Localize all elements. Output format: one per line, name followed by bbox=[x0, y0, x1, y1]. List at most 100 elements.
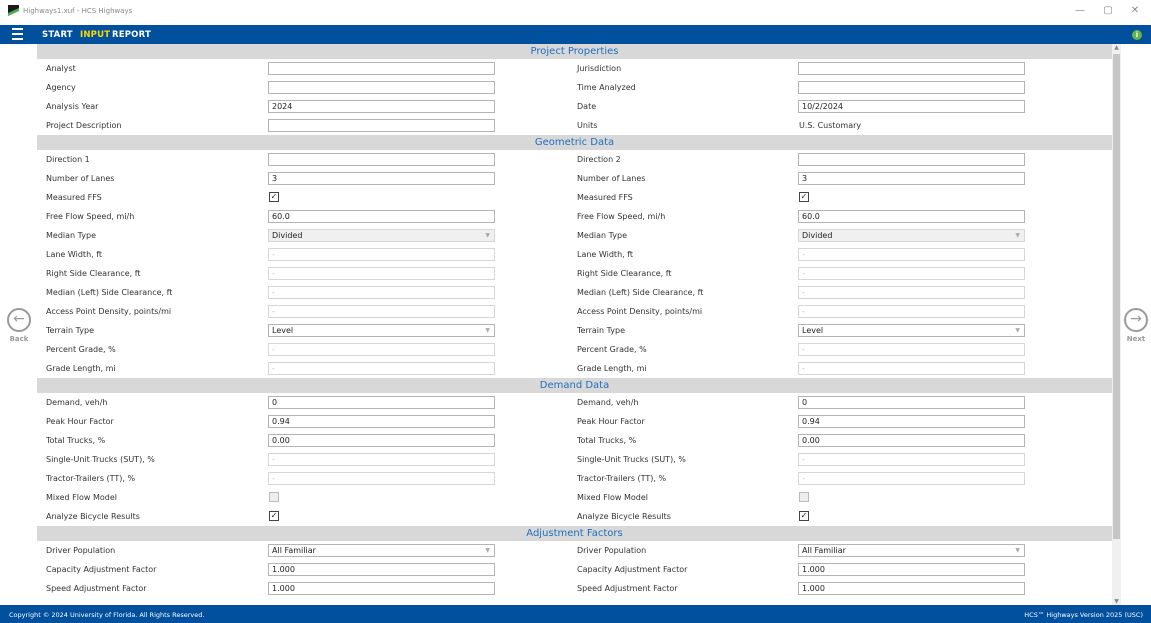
tractor-trailers-tt-dir2-label: Tractor-Trailers (TT), % bbox=[577, 474, 667, 483]
grade-length-mi-dir1-label: Grade Length, mi bbox=[46, 364, 116, 373]
form-row: Mixed Flow Model Mixed Flow Model bbox=[37, 488, 1112, 507]
grade-length-mi-dir1-input: - bbox=[268, 362, 495, 375]
direction-1-dir1-label: Direction 1 bbox=[46, 155, 90, 164]
direction-2-dir2-input[interactable] bbox=[798, 153, 1025, 166]
menu-input[interactable]: INPUT bbox=[80, 30, 110, 40]
terrain-type-dir2-select[interactable]: Level ▼ bbox=[798, 324, 1025, 337]
peak-hour-factor-dir2-input[interactable]: 0.94 bbox=[798, 415, 1025, 428]
total-trucks-dir2-label: Total Trucks, % bbox=[577, 436, 637, 445]
form-row: Peak Hour Factor 0.94 Peak Hour Factor 0.94 bbox=[37, 412, 1112, 431]
minimize-button[interactable]: — bbox=[1073, 5, 1087, 16]
driver-population-dir1-select-value: All Familiar bbox=[272, 546, 316, 555]
back-button[interactable]: ← Back bbox=[4, 308, 34, 343]
info-icon[interactable]: i bbox=[1132, 30, 1142, 40]
analyze-bicycle-results-dir2-checkbox[interactable]: ✓ bbox=[799, 511, 809, 521]
title-bar: Highways1.xuf - HCS Highways — ▢ ✕ bbox=[0, 0, 1151, 25]
capacity-adjustment-factor-dir2-input[interactable]: 1.000 bbox=[798, 563, 1025, 576]
close-button[interactable]: ✕ bbox=[1128, 5, 1142, 16]
form-row: Median Type Divided ▼ Median Type Divided ▼ bbox=[37, 226, 1112, 245]
percent-grade-dir2-label: Percent Grade, % bbox=[577, 345, 647, 354]
date-dir2-label: Date bbox=[577, 102, 597, 111]
jurisdiction-dir2-input[interactable] bbox=[798, 62, 1025, 75]
total-trucks-dir2-input[interactable]: 0.00 bbox=[798, 434, 1025, 447]
measured-ffs-dir1-label: Measured FFS bbox=[46, 193, 102, 202]
access-point-density-points-mi-dir1-label: Access Point Density, points/mi bbox=[46, 307, 172, 316]
speed-adjustment-factor-dir2-input[interactable]: 1.000 bbox=[798, 582, 1025, 595]
free-flow-speed-mi-h-dir1-input[interactable]: 60.0 bbox=[268, 210, 495, 223]
analysis-year-dir1-input[interactable]: 2024 bbox=[268, 100, 495, 113]
section-header-project-properties: Project Properties bbox=[37, 44, 1112, 59]
form-row: Total Trucks, % 0.00 Total Trucks, % 0.00 bbox=[37, 431, 1112, 450]
terrain-type-dir2-select-value: Level bbox=[802, 326, 824, 335]
direction-1-dir1-input[interactable] bbox=[268, 153, 495, 166]
form-row: Number of Lanes 3 Number of Lanes 3 bbox=[37, 169, 1112, 188]
analyze-bicycle-results-dir1-label: Analyze Bicycle Results bbox=[46, 512, 140, 521]
analyst-dir1-input[interactable] bbox=[268, 62, 495, 75]
demand-veh-h-dir1-label: Demand, veh/h bbox=[46, 398, 108, 407]
median-type-dir1-select: Divided ▼ bbox=[268, 229, 495, 242]
scroll-down-icon[interactable]: ▼ bbox=[1112, 598, 1121, 605]
number-of-lanes-dir1-input[interactable]: 3 bbox=[268, 172, 495, 185]
scroll-up-icon[interactable]: ▲ bbox=[1112, 44, 1121, 51]
terrain-type-dir1-label: Terrain Type bbox=[46, 326, 94, 335]
total-trucks-dir1-input[interactable]: 0.00 bbox=[268, 434, 495, 447]
peak-hour-factor-dir1-input[interactable]: 0.94 bbox=[268, 415, 495, 428]
lane-width-ft-dir1-label: Lane Width, ft bbox=[46, 250, 103, 259]
chevron-down-icon: ▼ bbox=[1015, 547, 1020, 554]
section-header-demand-data: Demand Data bbox=[37, 378, 1112, 393]
terrain-type-dir2-label: Terrain Type bbox=[577, 326, 625, 335]
free-flow-speed-mi-h-dir2-input[interactable]: 60.0 bbox=[798, 210, 1025, 223]
driver-population-dir1-label: Driver Population bbox=[46, 546, 116, 555]
tractor-trailers-tt-dir1-label: Tractor-Trailers (TT), % bbox=[46, 474, 136, 483]
status-footer: Copyright © 2024 University of Florida. … bbox=[0, 605, 1151, 623]
scroll-thumb[interactable] bbox=[1113, 54, 1120, 539]
direction-2-dir2-label: Direction 2 bbox=[577, 155, 621, 164]
demand-veh-h-dir2-input[interactable]: 0 bbox=[798, 396, 1025, 409]
input-form: Project Properties Analyst Jurisdiction Age… bbox=[37, 44, 1112, 605]
form-row: Analyze Bicycle Results ✓ Analyze Bicycle … bbox=[37, 507, 1112, 526]
number-of-lanes-dir1-label: Number of Lanes bbox=[46, 174, 115, 183]
agency-dir1-input[interactable] bbox=[268, 81, 495, 94]
number-of-lanes-dir2-input[interactable]: 3 bbox=[798, 172, 1025, 185]
median-type-dir1-label: Median Type bbox=[46, 231, 97, 240]
form-row: Measured FFS ✓ Measured FFS ✓ bbox=[37, 188, 1112, 207]
vertical-scrollbar[interactable]: ▲ ▼ bbox=[1112, 44, 1121, 605]
speed-adjustment-factor-dir1-input[interactable]: 1.000 bbox=[268, 582, 495, 595]
mixed-flow-model-dir2-checkbox bbox=[799, 492, 809, 502]
project-description-dir1-label: Project Description bbox=[46, 121, 122, 130]
driver-population-dir2-select[interactable]: All Familiar ▼ bbox=[798, 544, 1025, 557]
right-side-clearance-ft-dir2-input: - bbox=[798, 267, 1025, 280]
single-unit-trucks-sut-dir1-input: - bbox=[268, 453, 495, 466]
form-row: Lane Width, ft - Lane Width, ft - bbox=[37, 245, 1112, 264]
demand-veh-h-dir1-input[interactable]: 0 bbox=[268, 396, 495, 409]
measured-ffs-dir1-checkbox[interactable]: ✓ bbox=[269, 192, 279, 202]
number-of-lanes-dir2-label: Number of Lanes bbox=[577, 174, 646, 183]
grade-length-mi-dir2-input: - bbox=[798, 362, 1025, 375]
free-flow-speed-mi-h-dir2-label: Free Flow Speed, mi/h bbox=[577, 212, 666, 221]
form-row: Demand, veh/h 0 Demand, veh/h 0 bbox=[37, 393, 1112, 412]
menu-report[interactable]: REPORT bbox=[112, 30, 151, 40]
chevron-down-icon: ▼ bbox=[485, 232, 490, 239]
peak-hour-factor-dir2-label: Peak Hour Factor bbox=[577, 417, 645, 426]
form-row: Agency Time Analyzed bbox=[37, 78, 1112, 97]
analyze-bicycle-results-dir1-checkbox[interactable]: ✓ bbox=[269, 511, 279, 521]
percent-grade-dir1-label: Percent Grade, % bbox=[46, 345, 116, 354]
capacity-adjustment-factor-dir1-input[interactable]: 1.000 bbox=[268, 563, 495, 576]
next-button[interactable]: → Next bbox=[1121, 308, 1151, 343]
right-side-clearance-ft-dir1-label: Right Side Clearance, ft bbox=[46, 269, 141, 278]
measured-ffs-dir2-checkbox[interactable]: ✓ bbox=[799, 192, 809, 202]
restore-button[interactable]: ▢ bbox=[1101, 5, 1115, 16]
app-logo-icon bbox=[8, 5, 19, 16]
terrain-type-dir1-select[interactable]: Level ▼ bbox=[268, 324, 495, 337]
form-row: Project Description Units U.S. Customary bbox=[37, 116, 1112, 135]
single-unit-trucks-sut-dir2-input: - bbox=[798, 453, 1025, 466]
section-header-geometric-data: Geometric Data bbox=[37, 135, 1112, 150]
driver-population-dir1-select[interactable]: All Familiar ▼ bbox=[268, 544, 495, 557]
median-left-side-clearance-ft-dir2-label: Median (Left) Side Clearance, ft bbox=[577, 288, 704, 297]
menu-start[interactable]: START bbox=[42, 30, 73, 40]
hamburger-menu-icon[interactable] bbox=[12, 28, 23, 40]
date-dir2-input[interactable]: 10/2/2024 bbox=[798, 100, 1025, 113]
project-description-dir1-input[interactable] bbox=[268, 119, 495, 132]
form-row: Tractor-Trailers (TT), % - Tractor-Trailer… bbox=[37, 469, 1112, 488]
time-analyzed-dir2-input[interactable] bbox=[798, 81, 1025, 94]
